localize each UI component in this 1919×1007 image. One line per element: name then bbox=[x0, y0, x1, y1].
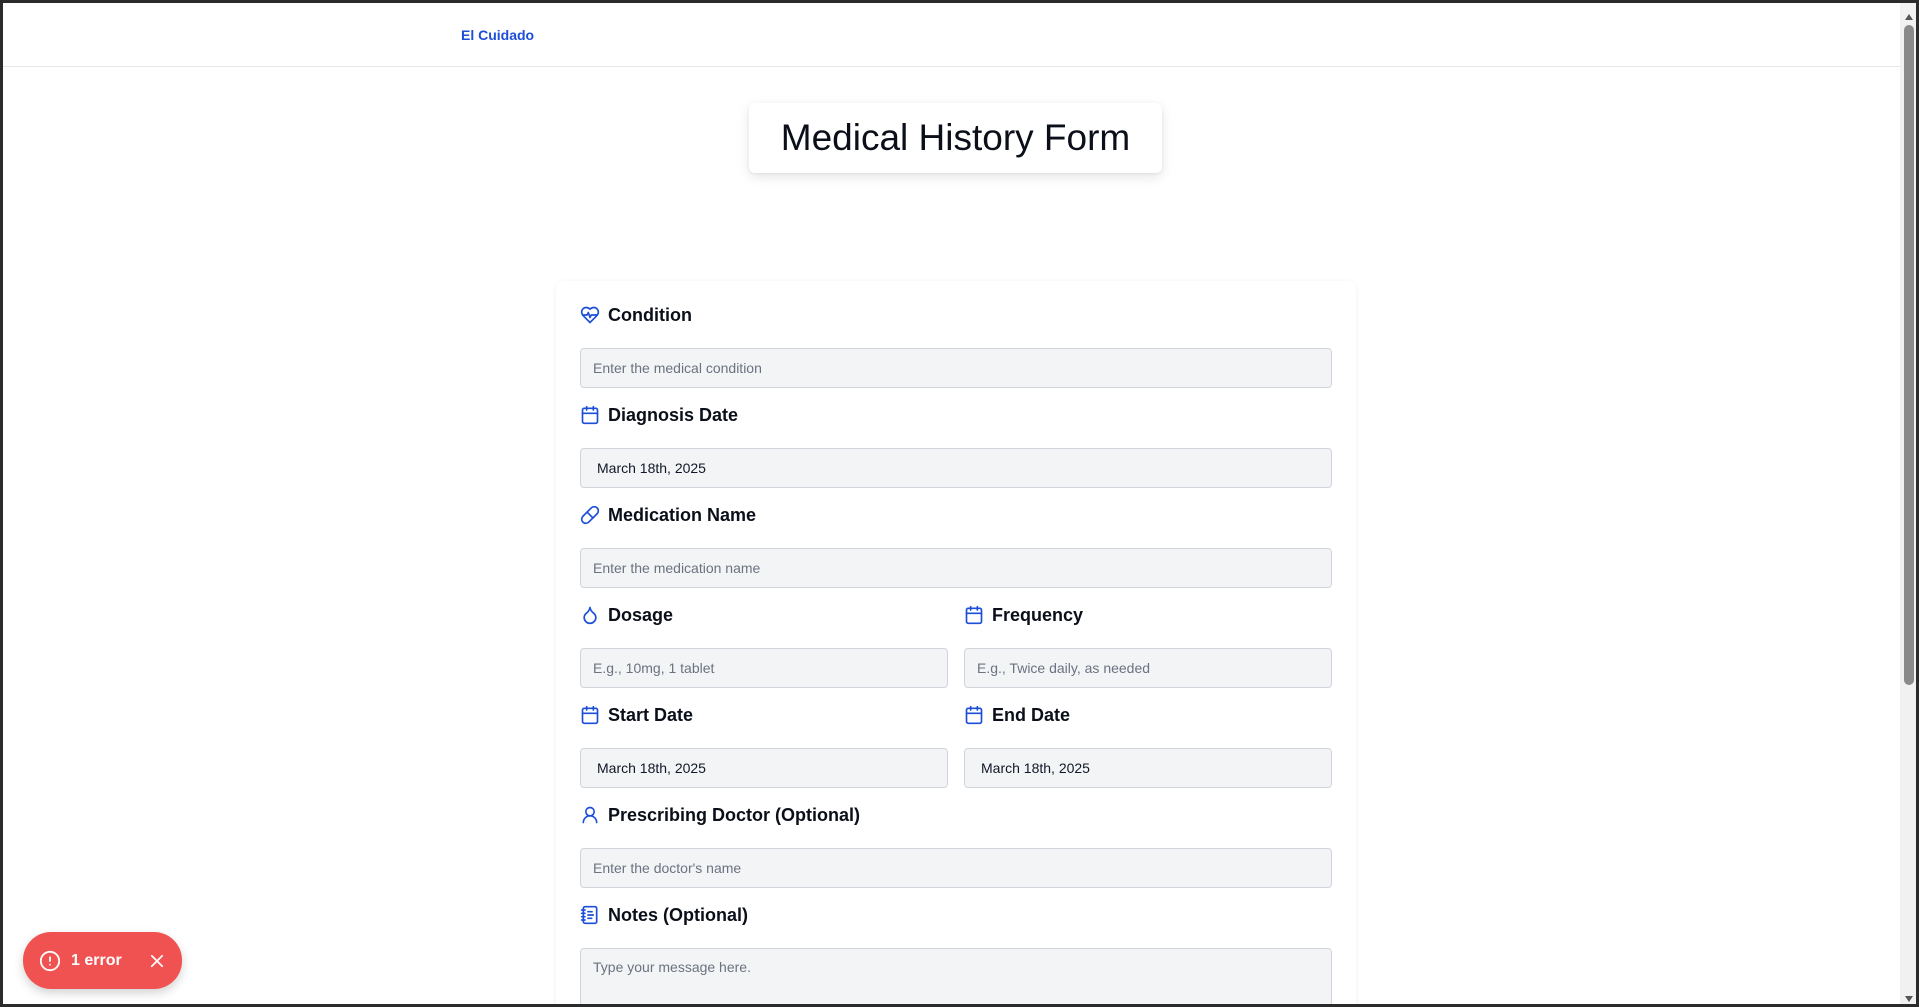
start-date-picker[interactable]: March 18th, 2025 bbox=[580, 748, 948, 788]
calendar-icon bbox=[964, 705, 984, 725]
error-toast[interactable]: 1 error bbox=[23, 932, 182, 989]
heart-pulse-icon bbox=[580, 305, 600, 325]
medication-name-field: Medication Name Enter the medication nam… bbox=[580, 503, 1332, 588]
calendar-icon bbox=[580, 405, 600, 425]
frequency-input[interactable]: E.g., Twice daily, as needed bbox=[964, 648, 1332, 688]
start-date-label: Start Date bbox=[608, 704, 694, 725]
scrollbar-thumb[interactable] bbox=[1904, 25, 1914, 685]
vertical-scrollbar[interactable] bbox=[1900, 3, 1916, 1004]
droplet-icon bbox=[580, 605, 600, 625]
close-icon[interactable] bbox=[148, 952, 166, 970]
scroll-down-arrow-icon[interactable] bbox=[1904, 991, 1914, 1002]
dosage-field: Dosage E.g., 10mg, 1 tablet bbox=[580, 603, 948, 688]
start-date-field: Start Date March 18th, 2025 bbox=[580, 703, 948, 788]
calendar-icon bbox=[580, 705, 600, 725]
dosage-label: Dosage bbox=[608, 604, 674, 625]
error-count: 1 error bbox=[71, 951, 122, 969]
user-icon bbox=[580, 805, 600, 825]
diagnosis-date-picker[interactable]: March 18th, 2025 bbox=[580, 448, 1332, 488]
frequency-label: Frequency bbox=[992, 604, 1084, 625]
medication-name-label: Medication Name bbox=[608, 504, 757, 525]
prescribing-doctor-label: Prescribing Doctor (Optional) bbox=[608, 804, 861, 825]
condition-field: Condition Enter the medical condition bbox=[580, 303, 1332, 388]
diagnosis-date-label: Diagnosis Date bbox=[608, 404, 739, 425]
end-date-picker[interactable]: March 18th, 2025 bbox=[964, 748, 1332, 788]
frequency-field: Frequency E.g., Twice daily, as needed bbox=[964, 603, 1332, 688]
prescribing-doctor-field: Prescribing Doctor (Optional) Enter the … bbox=[580, 803, 1332, 888]
notes-field: Notes (Optional) Type your message here. bbox=[580, 903, 1332, 1004]
end-date-label: End Date bbox=[992, 704, 1071, 725]
notes-label: Notes (Optional) bbox=[608, 904, 748, 925]
dosage-input[interactable]: E.g., 10mg, 1 tablet bbox=[580, 648, 948, 688]
notebook-icon bbox=[580, 905, 600, 925]
medication-name-input[interactable]: Enter the medication name bbox=[580, 548, 1332, 588]
notes-textarea[interactable]: Type your message here. bbox=[580, 948, 1332, 1004]
alert-circle-icon bbox=[39, 950, 61, 972]
pill-icon bbox=[580, 505, 600, 525]
page-title: Medical History Form bbox=[780, 117, 1131, 158]
diagnosis-date-field: Diagnosis Date March 18th, 2025 bbox=[580, 403, 1332, 488]
calendar-icon bbox=[964, 605, 984, 625]
brand-link[interactable]: El Cuidado bbox=[461, 27, 534, 43]
condition-label: Condition bbox=[608, 304, 692, 325]
medical-history-form: Condition Enter the medical condition Di… bbox=[556, 281, 1356, 1004]
end-date-field: End Date March 18th, 2025 bbox=[964, 703, 1332, 788]
condition-input[interactable]: Enter the medical condition bbox=[580, 348, 1332, 388]
scroll-up-arrow-icon[interactable] bbox=[1904, 9, 1914, 20]
top-navigation-bar: El Cuidado bbox=[3, 3, 1900, 67]
browser-window: El Cuidado Medical History Form Conditio… bbox=[0, 0, 1919, 1007]
page-title-card: Medical History Form bbox=[749, 103, 1162, 173]
prescribing-doctor-input[interactable]: Enter the doctor's name bbox=[580, 848, 1332, 888]
